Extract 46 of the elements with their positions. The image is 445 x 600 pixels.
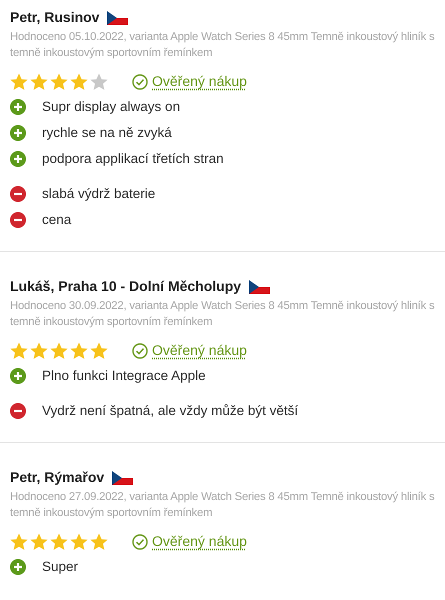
plus-icon [10, 368, 26, 384]
plus-icon [10, 125, 26, 141]
star-icon [10, 72, 28, 90]
star-icon [70, 532, 88, 550]
reviewer-name: Petr, Rýmařov [10, 468, 104, 487]
check-circle-icon [132, 342, 148, 358]
con-text: cena [42, 211, 72, 229]
pro-text: Supr display always on [42, 98, 180, 116]
plus-icon [10, 99, 26, 115]
star-icon [50, 532, 68, 550]
flag-icon [249, 280, 270, 294]
pro-text: Super [42, 558, 78, 576]
star-icon [10, 532, 28, 550]
star-icon [30, 532, 48, 550]
flag-icon [112, 470, 134, 484]
con-text: Vydrž není špatná, ale vždy může být větší [42, 402, 298, 420]
pro-text: podpora applikací třetích stran [42, 150, 224, 168]
star-icon [10, 342, 28, 360]
plus-icon [10, 559, 26, 575]
empty-star-icon [90, 72, 108, 90]
verified-purchase-link[interactable]: Ověřený nákup [152, 531, 247, 552]
star-icon [30, 72, 48, 90]
star-icon [70, 342, 88, 360]
check-circle-icon [132, 74, 148, 90]
minus-icon [10, 403, 26, 419]
star-icon [90, 342, 108, 360]
star-icon [70, 72, 88, 90]
review-meta: Hodnoceno 05.10.2022, varianta Apple Watch Series 8 45mm Temně inkoustový hliník s temně inkoustovým sportovním řemínkem [10, 30, 435, 61]
pro-text: Plno funkci Integrace Apple [42, 367, 206, 385]
minus-icon [10, 186, 26, 202]
plus-icon [10, 151, 26, 167]
reviewer-name: Petr, Rusinov [10, 8, 100, 27]
review-meta: Hodnoceno 27.09.2022, varianta Apple Watch Series 8 45mm Temně inkoustový hliník s temně inkoustovým sportovním řemínkem [10, 490, 435, 521]
verified-purchase-link[interactable]: Ověřený nákup [152, 71, 247, 92]
minus-icon [10, 212, 26, 228]
review-meta: Hodnoceno 30.09.2022, varianta Apple Watch Series 8 45mm Temně inkoustový hliník s temně inkoustovým sportovním řemínkem [10, 299, 435, 330]
star-icon [50, 72, 68, 90]
verified-purchase-link[interactable]: Ověřený nákup [152, 340, 247, 361]
reviewer-name: Lukáš, Praha 10 - Dolní Měcholupy [10, 277, 242, 296]
star-icon [90, 532, 108, 550]
pro-text: rychle se na ně zvyká [42, 124, 172, 142]
con-text: slabá výdrž baterie [42, 185, 156, 203]
star-icon [50, 342, 68, 360]
check-circle-icon [132, 534, 148, 550]
star-icon [30, 342, 48, 360]
flag-icon [107, 10, 128, 24]
